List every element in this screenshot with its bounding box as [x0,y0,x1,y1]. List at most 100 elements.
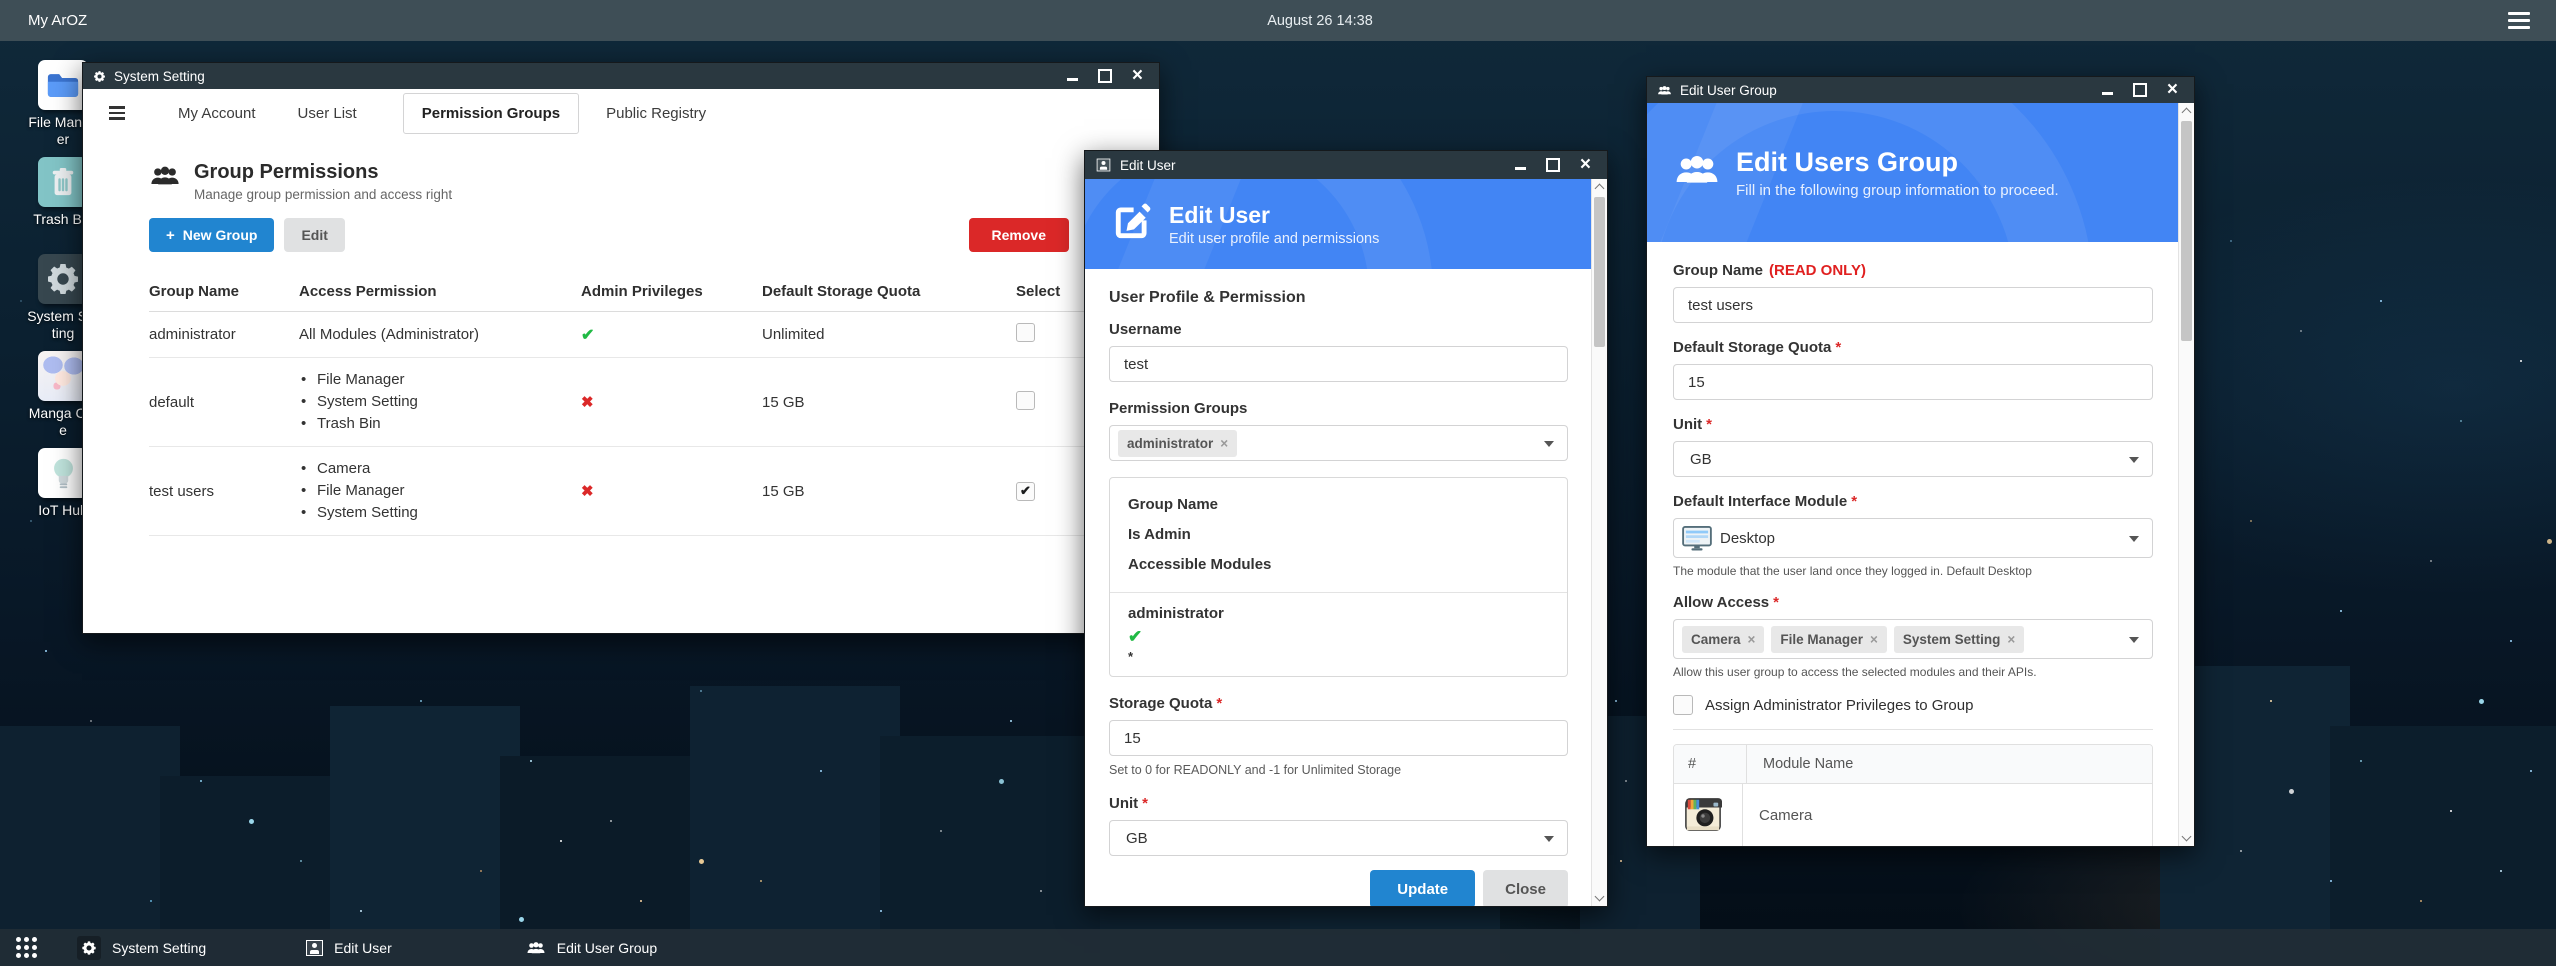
row-select-checkbox-checked[interactable]: ✔ [1016,482,1035,501]
chevron-down-icon [1544,836,1554,842]
remove-tag-icon[interactable]: × [1748,632,1756,647]
panel-label: Accessible Modules [1128,550,1549,580]
building-silhouette [330,706,520,966]
close-dialog-button[interactable]: Close [1483,870,1568,906]
users-icon [1673,154,1721,191]
close-button[interactable]: × [1132,69,1143,83]
access-cell: File Manager System Setting Trash Bin [299,358,581,447]
taskbar-item-edit-user[interactable]: Edit User [300,929,398,966]
section-header: Group Permissions Manage group permissio… [149,161,1093,202]
remove-tag-icon[interactable]: × [1220,436,1228,451]
edit-user-group-window: Edit User Group × [1646,76,2195,847]
minimize-button[interactable] [1067,78,1078,81]
scroll-down-icon[interactable] [2182,832,2192,842]
tab-permission-groups[interactable]: Permission Groups [403,93,579,134]
window-icon [306,940,323,956]
unit-select[interactable]: GB [1673,441,2153,477]
edit-user-group-titlebar[interactable]: Edit User Group × [1647,77,2194,103]
tab-my-account[interactable]: My Account [178,105,256,122]
access-cell: Camera File Manager System Setting [299,447,581,536]
allow-access-label: Allow Access* [1673,594,2153,611]
minimize-button[interactable] [1515,167,1526,170]
trash-icon [38,157,88,207]
close-button[interactable]: × [1580,158,1591,172]
scroll-up-icon[interactable] [2182,108,2192,118]
quota-cell: 15 GB [762,447,1016,536]
required-mark: * [1835,339,1841,356]
default-interface-module-label: Default Interface Module* [1673,493,2153,510]
group-permissions-table: Group Name Access Permission Admin Privi… [149,272,1093,536]
default-storage-quota-label: Default Storage Quota* [1673,339,2153,356]
interface-module-value: Desktop [1720,530,1775,547]
remove-tag-icon[interactable]: × [2007,632,2015,647]
system-setting-titlebar[interactable]: System Setting × [83,63,1159,89]
username-label: Username [1109,321,1568,338]
gear-icon [77,936,101,960]
row-select-checkbox[interactable] [1016,323,1035,342]
taskbar: System Setting Edit User Edit User Group [0,929,2556,966]
storage-quota-field[interactable] [1109,720,1568,756]
dialog-subtitle: Fill in the following group information … [1736,182,2059,199]
edit-user-titlebar[interactable]: Edit User × [1085,151,1607,179]
new-group-button[interactable]: + New Group [149,218,274,252]
allow-access-multiselect[interactable]: Camera × File Manager × System Setting × [1673,619,2153,659]
permission-groups-panel: Group Permissions Manage group permissio… [83,161,1159,536]
app-launcher-icon[interactable] [16,937,37,958]
monitor-icon [1682,526,1712,551]
taskbar-item-system-setting[interactable]: System Setting [71,929,212,966]
permission-groups-multiselect[interactable]: administrator × [1109,425,1568,461]
col-select: Select [1016,272,1093,312]
dialog-header: Edit User Edit user profile and permissi… [1085,179,1592,269]
admin-privileges-checkbox[interactable] [1673,695,1693,715]
default-interface-module-select[interactable]: Desktop [1673,518,2153,558]
users-icon [526,941,546,955]
quota-cell: Unlimited [762,312,1016,358]
check-icon: ✔ [581,327,594,344]
start-menu-button[interactable]: My ArOZ [28,12,87,29]
window-title: Edit User [1120,158,1176,173]
edit-group-button[interactable]: Edit [284,218,344,252]
taskbar-item-edit-user-group[interactable]: Edit User Group [520,929,663,966]
tab-user-list[interactable]: User List [298,105,357,122]
scrollbar[interactable] [1591,179,1607,906]
plus-icon: + [166,227,175,244]
group-name-field[interactable] [1673,287,2153,323]
interface-module-help: The module that the user land once they … [1673,564,2153,578]
camera-icon [1674,784,1743,846]
admin-privileges-checkbox-row[interactable]: Assign Administrator Privileges to Group [1673,695,2153,715]
minimize-button[interactable] [2102,92,2113,95]
divider [1673,729,2153,730]
chevron-down-icon [1544,441,1554,447]
scrollbar-thumb[interactable] [1594,197,1605,347]
remove-tag-icon[interactable]: × [1870,632,1878,647]
row-select-checkbox[interactable] [1016,391,1035,410]
scrollbar-thumb[interactable] [2181,121,2192,341]
group-name-cell: default [149,358,299,447]
dialog-header: Edit Users Group Fill in the following g… [1647,103,2179,242]
maximize-button[interactable] [1098,69,1112,83]
tab-public-registry[interactable]: Public Registry [606,105,706,122]
scroll-down-icon[interactable] [1595,892,1605,902]
unit-value: GB [1690,451,1712,468]
default-storage-quota-field[interactable] [1673,364,2153,400]
sidebar-toggle-icon[interactable] [109,106,125,120]
hamburger-menu-icon[interactable] [2508,12,2530,29]
page-subtitle: Manage group permission and access right [194,187,452,202]
unit-select[interactable]: GB [1109,820,1568,856]
scroll-up-icon[interactable] [1595,184,1605,194]
toolbar: + New Group Edit Remove [149,218,1093,252]
maximize-button[interactable] [1546,158,1560,172]
close-button[interactable]: × [2167,83,2178,97]
remove-group-button[interactable]: Remove [969,218,1069,252]
manga-image [38,351,88,401]
edit-user-window: Edit User × [1084,150,1608,907]
update-button[interactable]: Update [1370,870,1475,906]
building-silhouette [690,686,900,966]
required-mark: * [1706,416,1712,433]
username-field[interactable] [1109,346,1568,382]
maximize-button[interactable] [2133,83,2147,97]
scrollbar[interactable] [2178,103,2194,846]
table-row: test users Camera File Manager System Se… [149,447,1093,536]
readonly-mark: (READ ONLY) [1769,262,1866,279]
required-mark: * [1216,695,1222,712]
